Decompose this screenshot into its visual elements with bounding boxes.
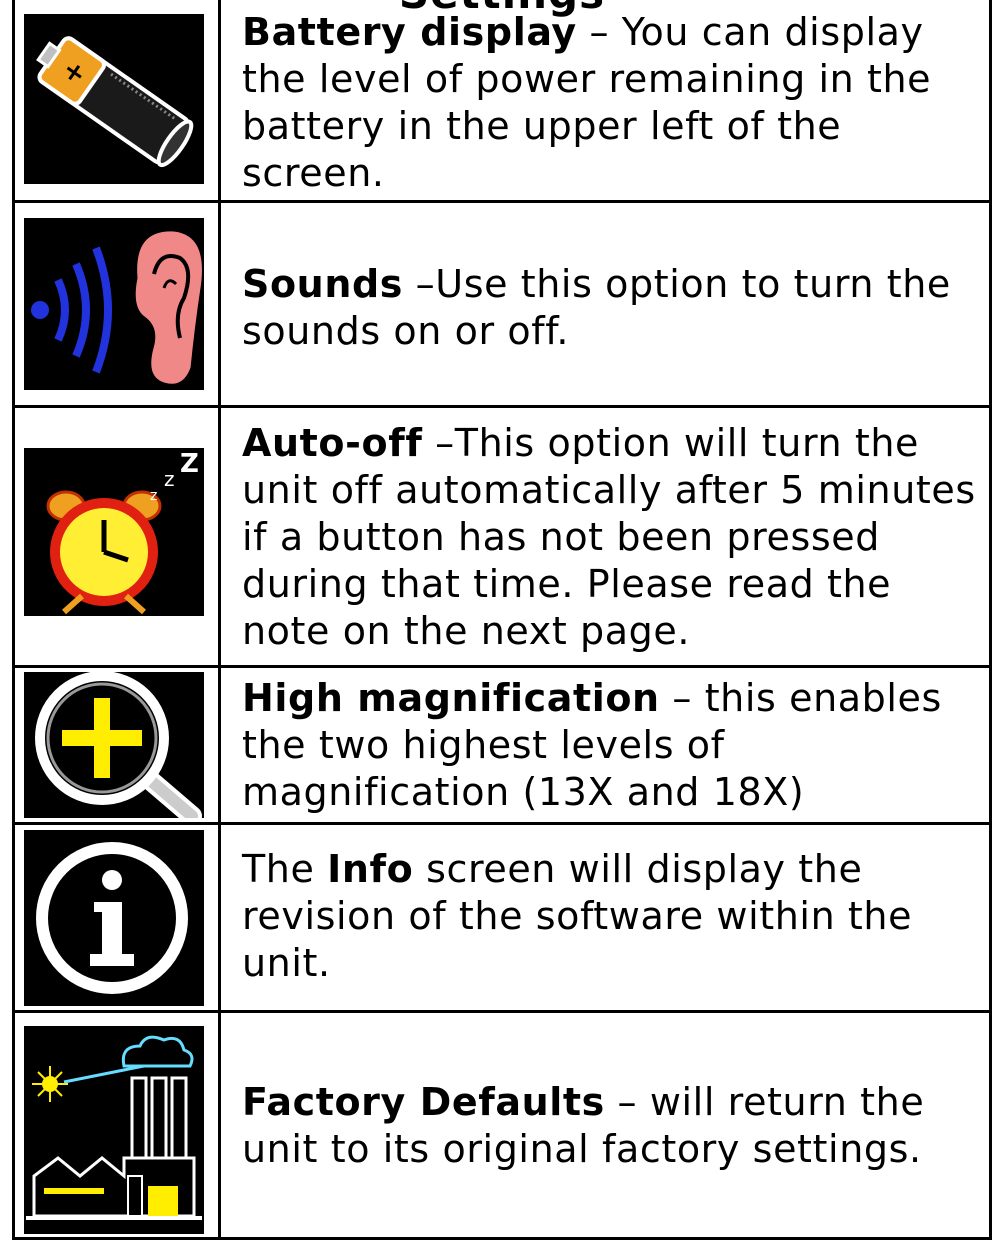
settings-table: Settings + Battery display – You can dis… (12, 0, 992, 1240)
table-right-border (989, 0, 992, 1240)
svg-text:z: z (150, 488, 157, 504)
row-text: High magnification – this enables the tw… (242, 675, 942, 814)
term: Battery display (242, 10, 577, 54)
term: Info (327, 846, 414, 891)
svg-text:z: z (164, 467, 175, 491)
ear-sound-icon (24, 218, 204, 390)
alarm-clock-icon: z z Z (24, 448, 204, 616)
table-left-border (12, 0, 15, 1240)
row-text: Battery display – You can display the le… (242, 10, 932, 195)
column-divider (218, 0, 221, 1240)
info-icon (24, 830, 204, 1006)
magnifier-plus-icon (24, 672, 204, 818)
term: Factory Defaults (242, 1080, 605, 1124)
row-text: Factory Defaults – will return the unit … (242, 1080, 925, 1171)
row-text: Sounds –Use this option to turn the soun… (242, 262, 951, 353)
term: Sounds (242, 262, 403, 306)
svg-text:Z: Z (180, 449, 199, 479)
term: Auto-off (242, 420, 423, 465)
row-text: The Info screen will display the revisio… (242, 846, 913, 985)
row-divider (12, 1010, 992, 1013)
factory-icon (24, 1026, 204, 1234)
row-divider (12, 405, 992, 408)
row-divider (12, 822, 992, 825)
row-divider (12, 665, 992, 668)
battery-icon: + (24, 14, 204, 184)
row-divider (12, 200, 992, 203)
row-text: Auto-off –This option will turn the unit… (242, 420, 976, 653)
term: High magnification (242, 675, 660, 720)
